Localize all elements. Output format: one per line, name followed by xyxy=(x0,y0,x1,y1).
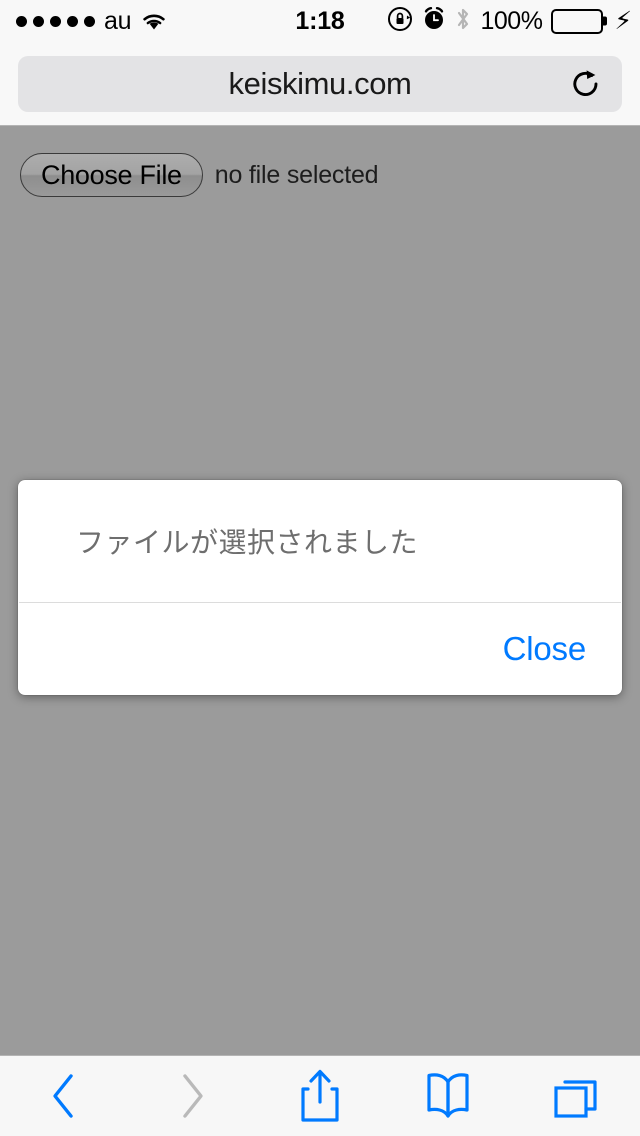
alarm-clock-icon xyxy=(422,6,446,37)
file-status-label: no file selected xyxy=(214,160,379,189)
bookmarks-button[interactable] xyxy=(384,1056,512,1136)
rotation-lock-icon xyxy=(387,6,413,37)
dialog-message: ファイルが選択されました xyxy=(76,527,419,558)
battery-percent-label: 100% xyxy=(480,6,543,35)
iphone-screen: au 1:18 100% ⚡ keiskimu.com Choose File … xyxy=(0,0,640,1136)
dialog-actions: Close xyxy=(18,603,622,695)
share-button[interactable] xyxy=(256,1056,384,1136)
forward-button xyxy=(128,1056,256,1136)
tabs-button[interactable] xyxy=(512,1056,640,1136)
alert-dialog: ファイルが選択されました Close xyxy=(18,480,622,695)
dialog-body: ファイルが選択されました xyxy=(18,480,622,602)
browser-url-bar: keiskimu.com xyxy=(0,42,640,126)
url-input[interactable]: keiskimu.com xyxy=(18,55,622,112)
browser-toolbar xyxy=(0,1055,640,1136)
dialog-close-button[interactable]: Close xyxy=(503,630,587,668)
url-text: keiskimu.com xyxy=(228,65,412,101)
file-input-row: Choose File no file selected xyxy=(20,153,379,197)
status-bar: au 1:18 100% ⚡ xyxy=(0,0,640,42)
reload-icon[interactable] xyxy=(568,66,604,102)
battery-icon xyxy=(551,8,608,34)
bluetooth-icon xyxy=(455,6,471,37)
back-button[interactable] xyxy=(0,1056,128,1136)
choose-file-button[interactable]: Choose File xyxy=(20,153,203,197)
lightning-bolt-icon: ⚡ xyxy=(614,6,632,35)
status-bar-right: 100% ⚡ xyxy=(387,6,632,37)
